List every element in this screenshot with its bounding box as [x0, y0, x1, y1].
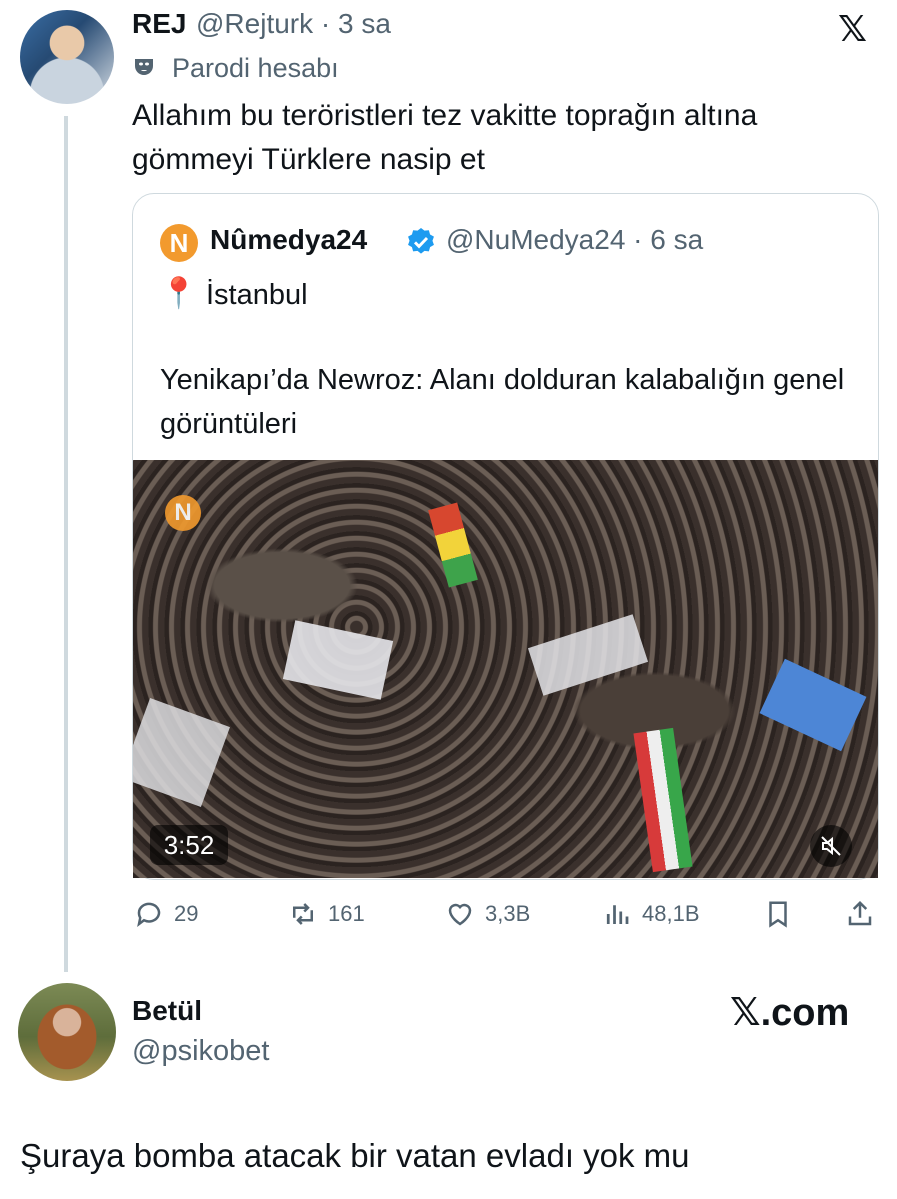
- x-logo-icon: 𝕏: [838, 8, 868, 49]
- reply-author-handle[interactable]: @psikobet: [132, 1035, 269, 1068]
- like-count: 3,3B: [485, 901, 531, 926]
- author-name[interactable]: REJ: [132, 8, 186, 40]
- quote-location: İstanbul: [206, 279, 308, 311]
- tweet-text: Allahım bu teröristleri tez vakitte topr…: [132, 99, 758, 176]
- repost-icon: [293, 903, 313, 925]
- parody-mask-icon: [132, 55, 158, 81]
- mute-icon[interactable]: [810, 825, 852, 867]
- heart-icon: [448, 903, 472, 926]
- flag-white-left: [133, 698, 230, 807]
- thread-line: [64, 116, 68, 972]
- reply-text: Şuraya bomba atacak bir vatan evladı yok…: [20, 1137, 690, 1174]
- share-icon: [848, 900, 872, 926]
- quote-author-avatar[interactable]: N: [160, 224, 198, 262]
- reply-author-avatar[interactable]: [18, 983, 116, 1081]
- x-com-watermark: 𝕏.com: [730, 992, 850, 1034]
- flag-white-2: [527, 614, 649, 696]
- views-button[interactable]: 48,1B: [602, 898, 700, 930]
- reply-count: 29: [174, 901, 199, 926]
- like-button[interactable]: 3,3B: [445, 898, 530, 930]
- views-count: 48,1B: [642, 901, 700, 926]
- share-button[interactable]: [845, 898, 885, 930]
- author-avatar[interactable]: [20, 10, 114, 104]
- flag-green-red: [633, 727, 693, 873]
- author-handle-time[interactable]: @Rejturk · 3 sa: [196, 8, 391, 40]
- quote-author-name[interactable]: Nûmedya24: [210, 224, 367, 256]
- reply-icon: [137, 902, 161, 927]
- video-duration: 3:52: [150, 825, 228, 865]
- repost-button[interactable]: 161: [288, 898, 365, 930]
- parody-label: Parodi hesabı: [172, 53, 339, 83]
- reply-button[interactable]: 29: [134, 898, 198, 930]
- verified-badge-icon: [405, 226, 437, 258]
- flag-white: [282, 620, 394, 700]
- quote-text: Yenikapı’da Newroz: Alanı dolduran kalab…: [160, 364, 845, 440]
- quote-author-handle-time[interactable]: @NuMedya24 · 6 sa: [446, 224, 703, 256]
- flag-yellow-green: [428, 502, 478, 588]
- views-icon: [606, 905, 629, 924]
- location-pin-icon: 📍: [160, 277, 198, 310]
- bookmark-icon: [769, 901, 787, 928]
- video-player[interactable]: [133, 460, 878, 878]
- repost-count: 161: [328, 901, 365, 926]
- flag-blue: [759, 658, 867, 752]
- reply-author-name[interactable]: Betül: [132, 995, 202, 1027]
- bookmark-button[interactable]: [763, 898, 803, 930]
- video-watermark-logo: N: [165, 495, 201, 531]
